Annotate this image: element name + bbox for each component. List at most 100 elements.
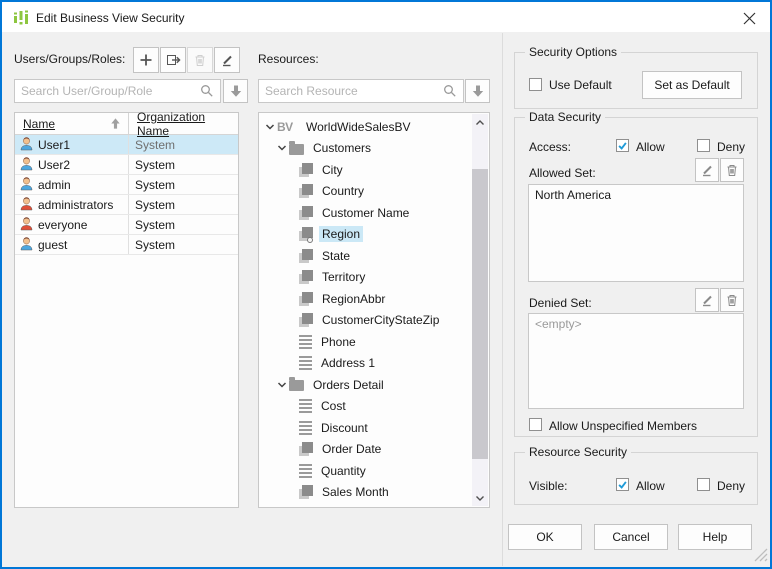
users-panel-label: Users/Groups/Roles: (14, 52, 125, 66)
tree-expander-chevron-down-icon[interactable] (275, 144, 289, 152)
tree-item-address-1[interactable]: Address 1 (259, 353, 472, 375)
export-user-button[interactable] (160, 47, 186, 73)
folder-icon (289, 380, 304, 391)
visible-deny-checkbox[interactable] (697, 478, 710, 491)
tree-expander-chevron-down-icon[interactable] (263, 123, 277, 131)
visible-deny-label: Deny (717, 479, 745, 493)
tree-item-discount[interactable]: Discount (259, 417, 472, 439)
denied-set-box[interactable]: <empty> (528, 313, 744, 409)
tree-item-label: Address 1 (318, 355, 378, 371)
detail-icon (299, 421, 312, 435)
table-row-everyone[interactable]: everyoneSystem (15, 215, 238, 235)
column-header-organization[interactable]: Organization Name (129, 113, 238, 134)
sort-ascending-icon (109, 117, 122, 133)
table-row-user1[interactable]: User1System (15, 135, 238, 155)
tree-item-phone[interactable]: Phone (259, 331, 472, 353)
clear-allowed-set-button[interactable] (720, 158, 744, 182)
set-as-default-button[interactable]: Set as Default (642, 71, 742, 99)
clear-denied-set-button[interactable] (720, 288, 744, 312)
user-name: User2 (38, 158, 70, 172)
edit-allowed-set-button[interactable] (695, 158, 719, 182)
edit-user-button[interactable] (214, 47, 240, 73)
tree-item-territory[interactable]: Territory (259, 267, 472, 289)
column-header-name[interactable]: Name (15, 113, 129, 134)
tree-item-customercitystatezip[interactable]: CustomerCityStateZip (259, 310, 472, 332)
user-name-cell: everyone (15, 215, 129, 234)
visible-allow-checkbox[interactable] (616, 478, 629, 491)
titlebar: Edit Business View Security (2, 2, 770, 32)
tree-item-label: Customers (310, 140, 374, 156)
user-name-cell: administrators (15, 195, 129, 214)
dialog-title: Edit Business View Security (36, 11, 185, 25)
users-table: Name Organization Name User1SystemUser2S… (14, 112, 239, 508)
tree-expander-chevron-down-icon[interactable] (275, 381, 289, 389)
edit-business-view-security-dialog: Edit Business View Security Users/Groups… (0, 0, 772, 569)
tree-item-regionabbr[interactable]: RegionAbbr (259, 288, 472, 310)
scroll-down-button[interactable] (472, 490, 488, 506)
user-search-apply-button[interactable] (223, 79, 248, 103)
scrollbar-thumb[interactable] (472, 169, 488, 459)
tree-item-region[interactable]: Region (259, 224, 472, 246)
tree-item-country[interactable]: Country (259, 181, 472, 203)
tree-item-label: Discount (318, 420, 371, 436)
denied-set-label: Denied Set: (529, 296, 592, 310)
tree-item-customer-name[interactable]: Customer Name (259, 202, 472, 224)
dimension-icon (299, 292, 313, 306)
user-search-input[interactable] (14, 79, 221, 103)
user-name-cell: admin (15, 175, 129, 194)
scroll-up-button[interactable] (472, 114, 488, 130)
close-button[interactable] (734, 6, 764, 30)
tree-item-quantity[interactable]: Quantity (259, 460, 472, 482)
resources-panel-label: Resources: (258, 52, 319, 66)
panel-divider (502, 33, 503, 566)
table-row-guest[interactable]: guestSystem (15, 235, 238, 255)
dimension-icon (299, 163, 313, 177)
close-icon (743, 12, 756, 25)
resource-search-apply-button[interactable] (465, 79, 490, 103)
dimension-icon (299, 313, 313, 327)
tree-item-orders-detail[interactable]: Orders Detail (259, 374, 472, 396)
tree-item-state[interactable]: State (259, 245, 472, 267)
edit-denied-set-button[interactable] (695, 288, 719, 312)
user-red-icon (19, 216, 34, 234)
tree-item-customers[interactable]: Customers (259, 138, 472, 160)
allow-unspecified-members-checkbox[interactable] (529, 418, 542, 431)
cancel-button[interactable]: Cancel (594, 524, 668, 550)
access-deny-checkbox[interactable] (697, 139, 710, 152)
allowed-set-item[interactable]: North America (535, 188, 737, 202)
tree-item-label: WorldWideSalesBV (303, 119, 413, 135)
chevron-up-icon (475, 119, 485, 126)
user-name-cell: User1 (15, 135, 129, 154)
tree-item-city[interactable]: City (259, 159, 472, 181)
allowed-set-box[interactable]: North America (528, 184, 744, 282)
user-name: User1 (38, 138, 70, 152)
table-row-admin[interactable]: adminSystem (15, 175, 238, 195)
user-name: admin (38, 178, 71, 192)
resource-search-input[interactable] (258, 79, 464, 103)
dimension-secured-icon (299, 227, 313, 241)
use-default-label: Use Default (549, 78, 612, 92)
tree-item-order-date[interactable]: Order Date (259, 439, 472, 461)
use-default-checkbox[interactable] (529, 78, 542, 91)
detail-icon (299, 399, 312, 413)
table-row-user2[interactable]: User2System (15, 155, 238, 175)
help-button[interactable]: Help (678, 524, 752, 550)
check-icon (617, 139, 628, 152)
tree-item-cost[interactable]: Cost (259, 396, 472, 418)
chevron-down-icon (475, 495, 485, 502)
tree-item-worldwidesalesbv[interactable]: BVWorldWideSalesBV (259, 116, 472, 138)
access-allow-checkbox[interactable] (616, 139, 629, 152)
resize-grip[interactable] (754, 548, 768, 565)
table-row-administrators[interactable]: administratorsSystem (15, 195, 238, 215)
user-red-icon (19, 196, 34, 214)
tree-item-label: Country (319, 183, 367, 199)
tree-item-label: Order Date (319, 441, 384, 457)
tree-item-sales-month[interactable]: Sales Month (259, 482, 472, 504)
access-allow-label: Allow (636, 140, 665, 154)
ok-button[interactable]: OK (508, 524, 582, 550)
tree-scrollbar[interactable] (472, 114, 488, 506)
organization-cell: System (129, 195, 238, 214)
users-table-body: User1SystemUser2SystemadminSystemadminis… (15, 135, 238, 255)
add-user-button[interactable] (133, 47, 159, 73)
resource-tree-items: BVWorldWideSalesBV Customers City Country Cu… (259, 116, 472, 503)
